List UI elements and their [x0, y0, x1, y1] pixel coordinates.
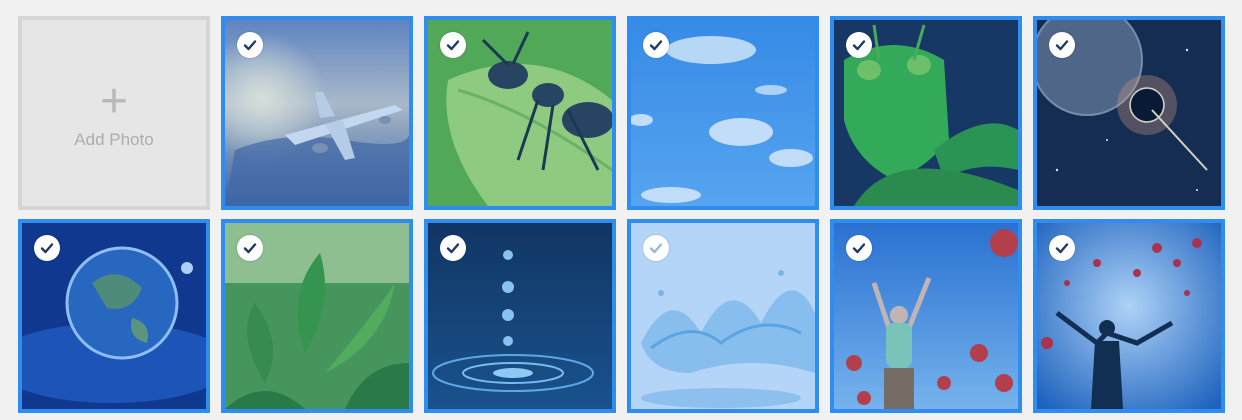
add-photo-label: Add Photo: [74, 130, 154, 149]
selected-check-icon[interactable]: [237, 32, 263, 58]
selected-check-icon[interactable]: [237, 235, 263, 261]
selected-check-icon[interactable]: [34, 235, 60, 261]
selected-check-icon[interactable]: [846, 32, 872, 58]
photo-tile-ant-on-leaf[interactable]: [424, 16, 616, 210]
photo-tile-eclipse-planets[interactable]: [1033, 16, 1225, 210]
selected-check-icon[interactable]: [440, 32, 466, 58]
selected-check-icon[interactable]: [643, 32, 669, 58]
plus-icon: +: [99, 75, 129, 128]
photo-grid: + Add Photo: [18, 16, 1225, 413]
photo-tile-blue-sky-clouds[interactable]: [627, 16, 819, 210]
photo-tile-water-splash[interactable]: [627, 219, 819, 413]
photo-tile-earth-from-space[interactable]: [18, 219, 210, 413]
photo-tile-water-droplets[interactable]: [424, 219, 616, 413]
photo-tile-green-tea-leaves[interactable]: [221, 219, 413, 413]
selected-check-icon[interactable]: [1049, 235, 1075, 261]
photo-tile-silhouette-with-petals[interactable]: [1033, 219, 1225, 413]
selected-check-icon[interactable]: [643, 235, 669, 261]
selected-check-icon[interactable]: [440, 235, 466, 261]
selected-check-icon[interactable]: [846, 235, 872, 261]
photo-tile-grasshopper[interactable]: [830, 16, 1022, 210]
photo-tile-airplane[interactable]: [221, 16, 413, 210]
selected-check-icon[interactable]: [1049, 32, 1075, 58]
add-photo-button[interactable]: + Add Photo: [18, 16, 210, 210]
photo-tile-woman-in-poppy-field[interactable]: [830, 219, 1022, 413]
